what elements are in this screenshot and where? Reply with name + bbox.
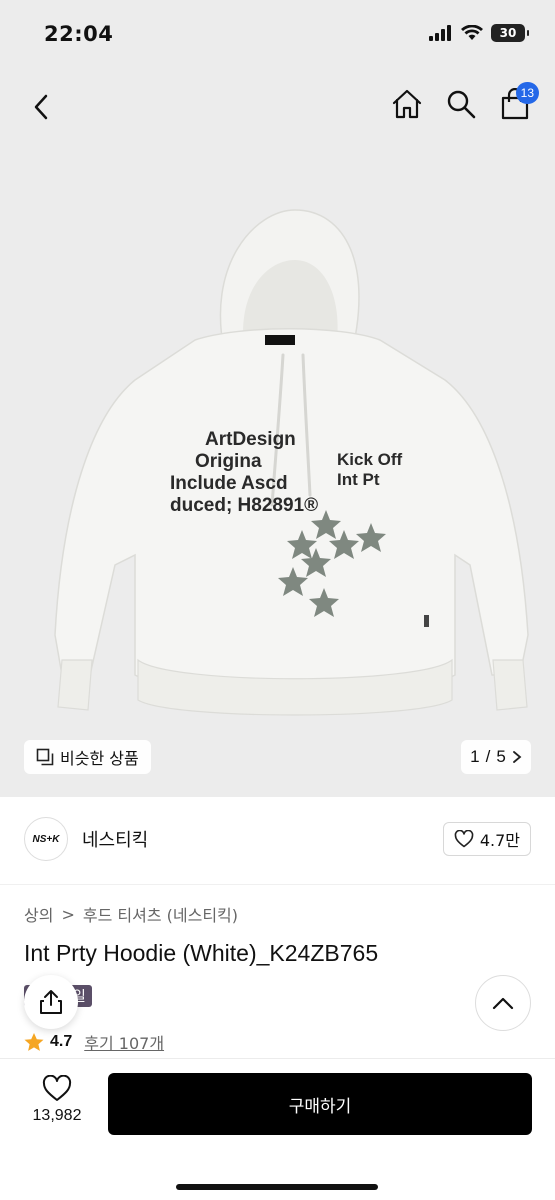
- chevron-right-icon: [512, 751, 522, 763]
- wifi-icon: [461, 25, 483, 40]
- status-icons: 30: [429, 24, 529, 42]
- similar-products-label: 비슷한 상품: [60, 749, 139, 768]
- cart-button[interactable]: 13: [497, 82, 539, 124]
- print-line-3: Include Ascd: [170, 473, 288, 494]
- print-line-4: duced; H82891®: [170, 495, 318, 516]
- back-button[interactable]: [24, 90, 58, 124]
- breadcrumb-item-category[interactable]: 상의: [24, 902, 53, 926]
- home-indicator: [176, 1184, 378, 1190]
- breadcrumb: 상의 > 후드 티셔츠 (네스티킥): [24, 902, 238, 926]
- home-icon: [392, 89, 422, 119]
- breadcrumb-separator: >: [61, 904, 75, 924]
- print-line-1: ArtDesign: [205, 429, 296, 450]
- divider: [0, 884, 555, 885]
- print-right-1: Kick Off: [337, 450, 403, 469]
- rating-row: 4.7 후기 107개: [24, 1030, 164, 1054]
- chevron-up-icon: [492, 997, 514, 1010]
- copy-icon: [36, 748, 54, 766]
- cart-count-badge: 13: [515, 82, 539, 104]
- rating-score: 4.7: [50, 1033, 73, 1050]
- bottom-action-bar: 13,982 구매하기: [0, 1058, 555, 1200]
- search-button[interactable]: [443, 84, 479, 124]
- search-icon: [447, 90, 476, 119]
- wishlist-button[interactable]: 13,982: [24, 1075, 90, 1125]
- print-line-2: Origina: [195, 451, 262, 472]
- share-icon: [40, 990, 62, 1014]
- chevron-left-icon: [34, 94, 48, 120]
- wishlist-count: 13,982: [32, 1107, 82, 1124]
- product-title: Int Prty Hoodie (White)_K24ZB765: [24, 940, 379, 966]
- status-time: 22:04: [44, 22, 114, 46]
- buy-button[interactable]: 구매하기: [108, 1073, 532, 1135]
- breadcrumb-item-subcategory[interactable]: 후드 티셔츠 (네스티킥): [83, 902, 238, 926]
- product-image: ArtDesign Origina Include Ascd duced; H8…: [54, 209, 529, 716]
- product-gallery[interactable]: 13 ArtDesign Origina Include Ascd duced;…: [0, 70, 555, 797]
- brand-name[interactable]: 네스티킥: [82, 826, 148, 852]
- battery-indicator: 30: [491, 24, 529, 42]
- star-icon: [24, 1033, 44, 1051]
- brand-like-button[interactable]: 4.7만: [442, 822, 531, 856]
- heart-icon: [42, 1075, 72, 1101]
- status-bar: 22:04 30: [0, 0, 555, 70]
- scroll-top-button[interactable]: [475, 975, 531, 1031]
- brand-row[interactable]: NS+K 네스티킥 4.7만: [24, 812, 531, 866]
- brand-like-count: 4.7만: [479, 831, 520, 850]
- pager-total: 5: [496, 747, 506, 766]
- pager-current: 1: [470, 747, 480, 766]
- share-button[interactable]: [24, 975, 78, 1029]
- pager-separator: /: [485, 747, 491, 766]
- print-right-2: Int Pt: [337, 470, 380, 489]
- home-button[interactable]: [389, 84, 425, 124]
- image-pager[interactable]: 1 / 5: [461, 740, 531, 774]
- heart-icon: [454, 830, 474, 848]
- header-actions: 13: [389, 82, 539, 124]
- reviews-link[interactable]: 후기 107개: [84, 1030, 164, 1054]
- similar-products-button[interactable]: 비슷한 상품: [24, 740, 151, 774]
- signal-icon: [429, 25, 451, 41]
- brand-logo[interactable]: NS+K: [24, 817, 68, 861]
